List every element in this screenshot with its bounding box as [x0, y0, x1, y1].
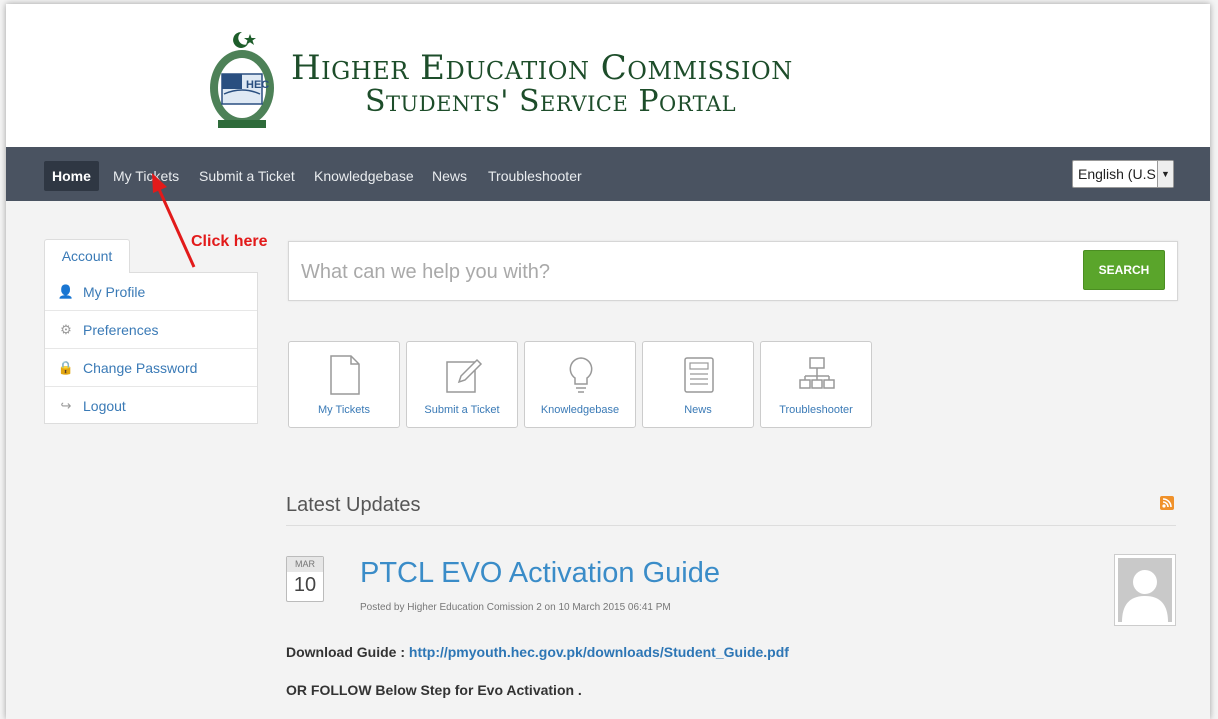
- post-day: 10: [293, 574, 317, 596]
- tile-label: Submit a Ticket: [424, 404, 500, 416]
- account-item-logout[interactable]: ↪ Logout: [45, 387, 257, 425]
- rss-icon[interactable]: [1160, 496, 1174, 510]
- nav-home[interactable]: Home: [44, 161, 99, 191]
- tile-my-tickets[interactable]: My Tickets: [288, 341, 400, 428]
- sitemap-icon: [799, 357, 835, 389]
- user-icon: 👤: [57, 284, 75, 299]
- search-box: SEARCH: [288, 241, 1178, 301]
- site-title: Higher Education Commission: [291, 48, 793, 88]
- tile-troubleshooter[interactable]: Troubleshooter: [760, 341, 872, 428]
- red-arrow-annotation: [152, 173, 196, 268]
- lightbulb-icon: [569, 357, 593, 393]
- click-here-annotation: Click here: [191, 233, 268, 250]
- tab-account[interactable]: Account: [44, 239, 130, 273]
- post-month: MAR: [287, 557, 323, 572]
- tile-label: My Tickets: [318, 404, 370, 416]
- divider: [286, 525, 1176, 526]
- site-subtitle: Students' Service Portal: [365, 84, 737, 119]
- account-item-my-profile[interactable]: 👤 My Profile: [45, 273, 257, 311]
- account-panel: 👤 My Profile ⚙ Preferences 🔒 Change Pass…: [44, 272, 258, 424]
- tile-label: Troubleshooter: [779, 404, 853, 416]
- account-item-change-password[interactable]: 🔒 Change Password: [45, 349, 257, 387]
- search-input[interactable]: [301, 256, 1061, 288]
- tile-news[interactable]: News: [642, 341, 754, 428]
- post-date-badge: MAR 10: [286, 556, 324, 602]
- svg-text:HEC: HEC: [246, 79, 269, 91]
- account-item-label: Logout: [83, 398, 126, 414]
- user-avatar-icon: [1122, 570, 1168, 622]
- account-item-label: Change Password: [83, 360, 198, 376]
- tile-submit-ticket[interactable]: Submit a Ticket: [406, 341, 518, 428]
- latest-updates-heading: Latest Updates: [286, 494, 421, 516]
- lock-icon: 🔒: [57, 360, 75, 375]
- language-select[interactable]: English (U.S.) ▼: [1072, 160, 1174, 188]
- account-item-label: My Profile: [83, 284, 146, 300]
- post-follow-text: OR FOLLOW Below Step for Evo Activation …: [286, 682, 582, 698]
- chevron-down-icon: ▼: [1157, 161, 1173, 187]
- document-icon: [330, 355, 360, 395]
- avatar: [1114, 554, 1176, 626]
- edit-icon: [446, 358, 483, 393]
- tile-knowledgebase[interactable]: Knowledgebase: [524, 341, 636, 428]
- language-value: English (U.S.): [1078, 166, 1165, 182]
- page-frame: HEC Higher Education Commission Students…: [6, 4, 1210, 719]
- account-item-preferences[interactable]: ⚙ Preferences: [45, 311, 257, 349]
- download-guide-link[interactable]: http://pmyouth.hec.gov.pk/downloads/Stud…: [409, 644, 789, 660]
- logout-icon: ↪: [60, 398, 72, 413]
- post-download-line: Download Guide : http://pmyouth.hec.gov.…: [286, 644, 789, 660]
- newspaper-icon: [684, 357, 714, 393]
- post-title-link[interactable]: PTCL EVO Activation Guide: [360, 557, 720, 590]
- gear-icon: ⚙: [60, 322, 72, 337]
- hec-emblem-logo: HEC: [210, 31, 274, 128]
- nav-news[interactable]: News: [424, 161, 475, 191]
- download-label: Download Guide :: [286, 644, 409, 660]
- tile-label: News: [684, 404, 712, 416]
- search-button[interactable]: SEARCH: [1083, 250, 1165, 290]
- nav-troubleshooter[interactable]: Troubleshooter: [480, 161, 590, 191]
- site-header: HEC Higher Education Commission Students…: [6, 4, 1210, 147]
- tile-label: Knowledgebase: [540, 404, 620, 416]
- nav-knowledgebase[interactable]: Knowledgebase: [306, 161, 422, 191]
- account-item-label: Preferences: [83, 322, 159, 338]
- post-meta: Posted by Higher Education Comission 2 o…: [360, 602, 671, 613]
